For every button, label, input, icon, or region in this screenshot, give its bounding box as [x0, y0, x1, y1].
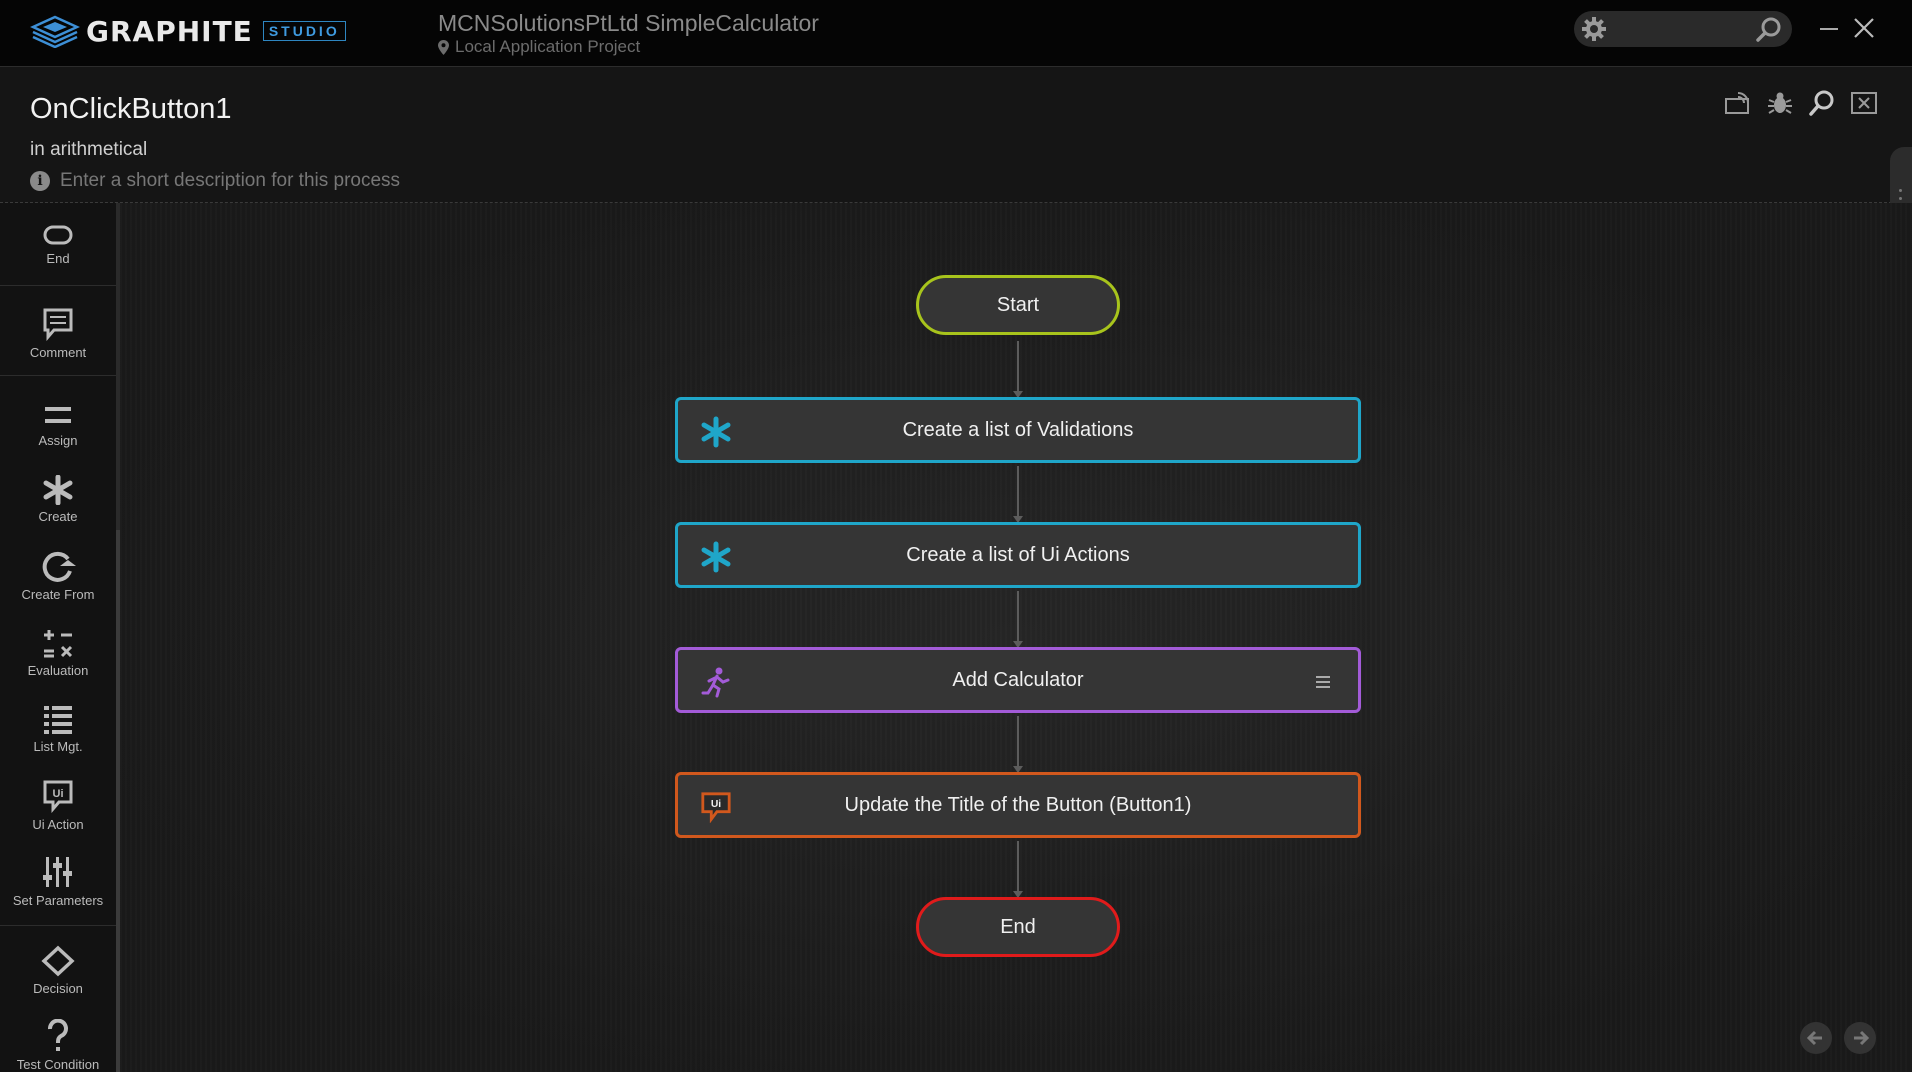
- app-logo: GRAPHITE STUDIO: [30, 14, 346, 48]
- tool-label: Set Parameters: [12, 893, 104, 908]
- step-label: Update the Title of the Button (Button1): [844, 793, 1192, 816]
- ui-icon-text: Ui: [711, 799, 721, 810]
- tool-end[interactable]: End: [0, 223, 116, 266]
- tool-set-parameters[interactable]: Set Parameters: [0, 855, 116, 908]
- info-icon: i: [30, 171, 50, 191]
- tool-list-mgt[interactable]: List Mgt.: [0, 703, 116, 754]
- ui-icon-text: Ui: [53, 788, 64, 800]
- tool-evaluation[interactable]: Evaluation: [0, 627, 116, 678]
- project-subtitle-text: Local Application Project: [455, 37, 641, 56]
- end-label: End: [1000, 915, 1036, 938]
- global-search[interactable]: [1574, 11, 1792, 47]
- connector: [1013, 466, 1023, 523]
- canvas-navigation: [1800, 1022, 1876, 1054]
- tool-label: Create From: [21, 587, 95, 602]
- close-process-icon[interactable]: [1850, 89, 1878, 117]
- comment-icon: [43, 308, 73, 341]
- process-description-field[interactable]: i Enter a short description for this pro…: [30, 170, 400, 192]
- flow-step-create-ui-actions[interactable]: Create a list of Ui Actions: [675, 522, 1361, 588]
- oval-icon: [43, 225, 73, 245]
- graphite-logo-icon: [30, 15, 80, 48]
- flow-canvas[interactable]: Start Create a list of Validations Creat…: [120, 203, 1912, 1072]
- flow-step-add-calculator[interactable]: Add Calculator: [675, 647, 1361, 713]
- process-context: in arithmetical: [30, 139, 148, 160]
- step-label: Create a list of Ui Actions: [906, 543, 1130, 566]
- forward-arrow-icon[interactable]: [1844, 1022, 1876, 1054]
- header-toolbar: [1724, 89, 1878, 117]
- asterisk-icon: [701, 416, 731, 448]
- minimize-icon[interactable]: [1815, 14, 1843, 42]
- asterisk-icon: [701, 541, 731, 573]
- tool-label: Test Condition: [16, 1057, 100, 1072]
- connector: [1013, 591, 1023, 648]
- tool-test-condition[interactable]: Test Condition: [0, 1019, 116, 1072]
- tool-label: List Mgt.: [33, 739, 83, 754]
- tool-label: Decision: [33, 981, 83, 996]
- tool-comment[interactable]: Comment: [0, 307, 116, 360]
- connector: [1013, 841, 1023, 898]
- asterisk-icon: [43, 475, 73, 505]
- tool-create[interactable]: Create: [0, 475, 116, 524]
- tool-decision[interactable]: Decision: [0, 945, 116, 996]
- gear-icon[interactable]: [1580, 15, 1608, 43]
- hamburger-menu-icon[interactable]: [1316, 676, 1330, 688]
- redo-icon: [42, 551, 76, 582]
- tool-label: Comment: [29, 345, 87, 360]
- tool-assign[interactable]: Assign: [0, 403, 116, 448]
- description-placeholder[interactable]: Enter a short description for this proce…: [60, 170, 400, 192]
- process-header: OnClickButton1 in arithmetical i Enter a…: [0, 67, 1912, 257]
- end-node[interactable]: End: [916, 897, 1120, 957]
- step-label: Add Calculator: [952, 668, 1084, 691]
- tool-create-from[interactable]: Create From: [0, 549, 116, 602]
- tool-label: End: [46, 251, 70, 266]
- project-subtitle: Local Application Project: [438, 37, 640, 57]
- question-icon: [48, 1019, 68, 1051]
- flow-step-create-validations[interactable]: Create a list of Validations: [675, 397, 1361, 463]
- cast-icon[interactable]: [1724, 89, 1752, 117]
- tool-label: Assign: [38, 433, 78, 448]
- tool-label: Create: [38, 509, 78, 524]
- flow-step-update-title[interactable]: Ui Update the Title of the Button (Butto…: [675, 772, 1361, 838]
- find-icon[interactable]: [1808, 89, 1836, 117]
- sliders-icon: [43, 857, 72, 887]
- close-icon[interactable]: [1850, 14, 1878, 42]
- connector: [1013, 341, 1023, 398]
- title-bar: GRAPHITE STUDIO MCNSolutionsPtLtd Simple…: [0, 0, 1912, 67]
- tool-label: Ui Action: [32, 817, 84, 832]
- step-label: Create a list of Validations: [902, 418, 1134, 441]
- logo-text: GRAPHITE: [86, 14, 253, 48]
- tool-ui-action[interactable]: Ui Ui Action: [0, 779, 116, 832]
- list-icon: [44, 706, 72, 734]
- back-arrow-icon[interactable]: [1800, 1022, 1832, 1054]
- bug-icon[interactable]: [1766, 89, 1794, 117]
- search-icon[interactable]: [1756, 16, 1782, 42]
- tool-label: Evaluation: [27, 663, 89, 678]
- process-name[interactable]: OnClickButton1: [30, 93, 232, 126]
- logo-badge: STUDIO: [262, 21, 346, 41]
- start-label: Start: [996, 293, 1040, 316]
- equals-icon: [45, 407, 71, 423]
- toolbox-panel: End Comment Assign Create Create From Ev…: [0, 203, 120, 1072]
- diamond-icon: [41, 945, 75, 977]
- calculator-icon: [44, 630, 73, 658]
- connector: [1013, 716, 1023, 773]
- running-figure-icon: [701, 667, 730, 698]
- project-title: MCNSolutionsPtLtd SimpleCalculator: [438, 10, 819, 36]
- location-pin-icon: [438, 39, 449, 55]
- start-node[interactable]: Start: [916, 275, 1120, 335]
- ui-bubble-icon: Ui: [43, 780, 73, 813]
- ui-bubble-icon: Ui: [701, 792, 731, 823]
